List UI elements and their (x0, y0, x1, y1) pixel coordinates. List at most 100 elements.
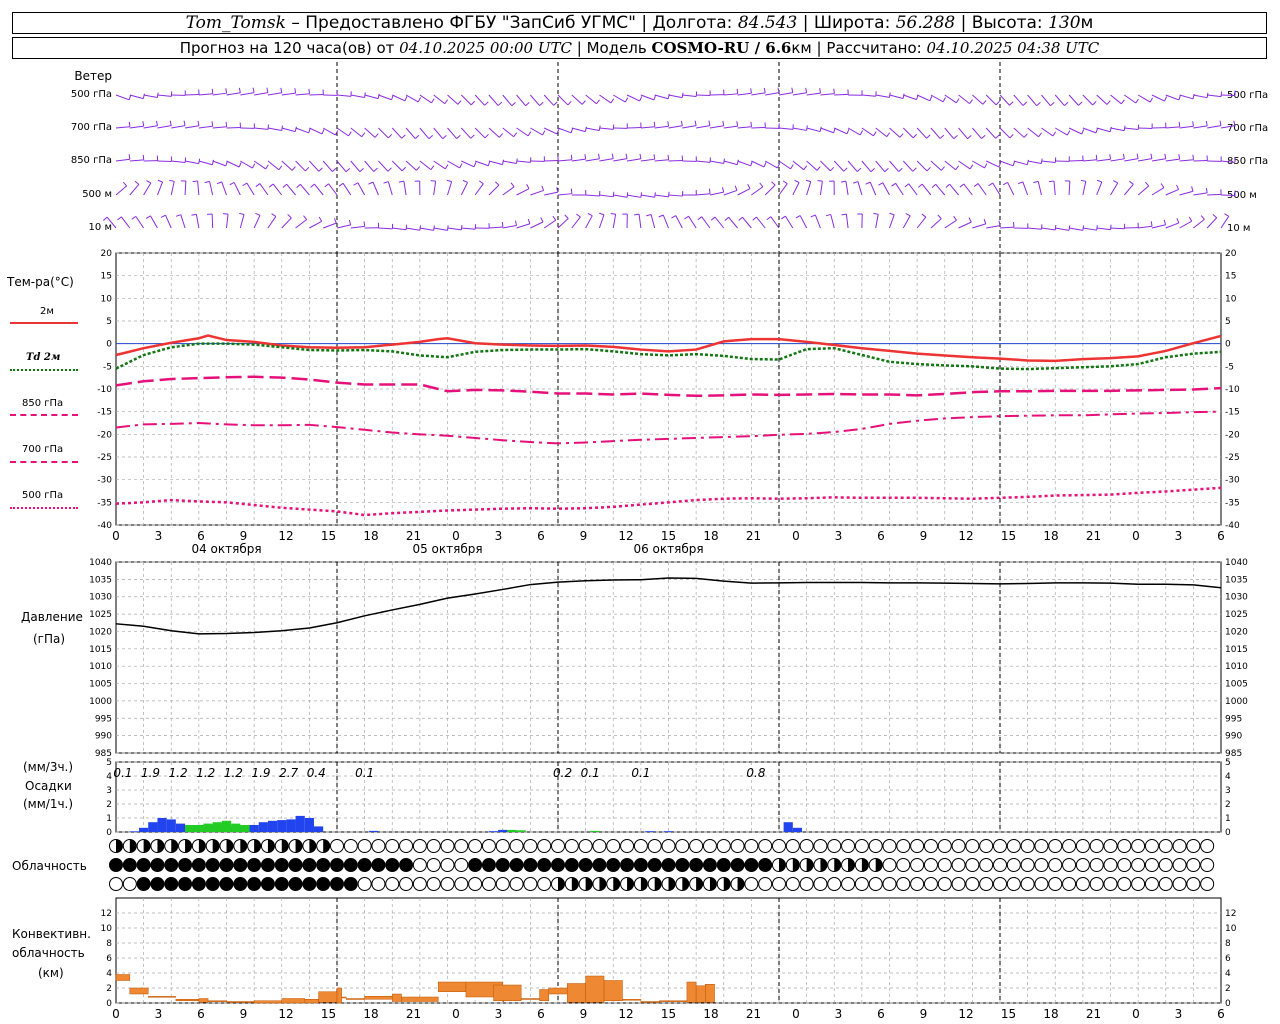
temp-xtick: 3 (1175, 529, 1183, 543)
cloud-symbol (592, 839, 607, 853)
conv-xtick: 0 (112, 1007, 120, 1021)
wind-barb-feather (873, 212, 879, 215)
wind-barb-feather (192, 180, 198, 183)
wind-barb (806, 160, 818, 171)
cloud-symbol (910, 858, 925, 872)
wind-barb (378, 127, 389, 139)
cloud-symbol-fill (558, 877, 565, 891)
cloud-symbol (454, 858, 469, 872)
wind-barb (930, 160, 942, 171)
wind-barb (1138, 225, 1153, 229)
cloud-symbol (661, 839, 676, 853)
wind-barb-feather (708, 120, 711, 126)
wind-barb (433, 227, 448, 231)
cloud-symbol (288, 858, 303, 872)
temp-xtick: 3 (835, 529, 843, 543)
cloud-symbol-fill (820, 858, 827, 872)
precip-3h-total: 1.9 (251, 766, 270, 780)
wind-barb (792, 160, 805, 171)
cloud-symbol-fill (709, 877, 717, 891)
cloud-symbol (633, 858, 648, 872)
wind-barb (1207, 94, 1222, 98)
precip-bar (258, 822, 268, 832)
wind-barb (1124, 158, 1139, 162)
conv-ytick-right: 4 (1225, 969, 1231, 979)
wind-barb-feather (667, 154, 670, 160)
wind-barb (246, 182, 255, 196)
cloud-symbol (551, 839, 565, 853)
cloud-symbol (109, 858, 123, 872)
cloud-symbol (495, 839, 510, 853)
wind-barb-feather (1176, 184, 1180, 190)
conv-bar (659, 1000, 688, 1002)
cloud-symbol (910, 839, 925, 853)
wind-barb (875, 94, 890, 98)
wind-barb-feather (584, 126, 587, 132)
cloud-symbol (744, 877, 759, 891)
temp-xtick: 3 (495, 529, 503, 543)
wind-barb (295, 127, 309, 134)
precip-bar (792, 827, 803, 832)
wind-barb-feather (1033, 180, 1039, 184)
wind-barb (709, 125, 724, 129)
wind-barb-feather (1002, 182, 1008, 186)
wind-barb-feather (526, 184, 530, 189)
wind-barb (654, 159, 669, 162)
cloud-symbol (868, 877, 883, 891)
wind-barb-feather (122, 181, 128, 187)
wind-barb (1179, 220, 1193, 229)
wind-barb (309, 220, 322, 229)
cloud-symbol (385, 877, 400, 891)
temp-xtick: 18 (363, 529, 378, 543)
conv-bar (520, 998, 540, 1000)
wind-barb (1179, 94, 1194, 100)
conv-bar (640, 1001, 660, 1003)
wind-barb (806, 181, 812, 196)
cloud-symbol (1131, 858, 1146, 872)
wind-barb (211, 213, 214, 229)
pressure-ytick-right: 1040 (1225, 558, 1248, 568)
cloud-symbol (1172, 877, 1187, 891)
wind-barb (612, 214, 617, 229)
day-label: 05 октября (412, 542, 482, 556)
wind-barb (714, 216, 725, 229)
cloud-symbol (122, 877, 137, 891)
wind-barb (1041, 227, 1056, 231)
wind-barb (212, 160, 226, 167)
wind-barb (530, 221, 544, 229)
wind-barb-feather (266, 87, 269, 93)
wind-barb-feather (1080, 179, 1086, 182)
wind-barb-feather (444, 99, 449, 104)
pressure-ytick-right: 1010 (1225, 662, 1248, 672)
cloud-symbol (564, 858, 579, 872)
temp-ytick-right: -25 (1225, 453, 1240, 463)
cloud-symbol (716, 839, 731, 853)
wind-barb (295, 219, 308, 229)
wind-barb-feather (1022, 101, 1028, 106)
wind-barb (1124, 127, 1139, 131)
wind-barb-feather (982, 100, 987, 105)
wind-barb-feather (238, 87, 241, 93)
wind-barb-feather (287, 214, 292, 219)
wind-barb (845, 181, 849, 196)
conv-xtick: 9 (240, 1007, 248, 1021)
wind-barb (728, 216, 738, 229)
wind-barb (447, 127, 458, 139)
conv-ytick-left: 6 (106, 954, 112, 964)
wind-barb (1096, 181, 1103, 196)
wind-barb-feather (484, 133, 489, 139)
cloud-symbol (260, 877, 275, 891)
wind-barb (958, 221, 972, 229)
wind-barb (259, 183, 269, 196)
cloud-symbol-fill (295, 839, 303, 853)
wind-barb (295, 93, 310, 96)
wind-barb-feather (841, 213, 847, 216)
wind-barb (488, 94, 499, 106)
wind-barb-feather (1095, 154, 1098, 160)
cloud-symbol (537, 877, 552, 891)
cloud-symbol (343, 877, 358, 891)
precip-bar (267, 820, 278, 832)
wind-barb (1041, 160, 1056, 163)
wind-barb-feather (1023, 133, 1028, 138)
wind-barb (1027, 94, 1038, 107)
